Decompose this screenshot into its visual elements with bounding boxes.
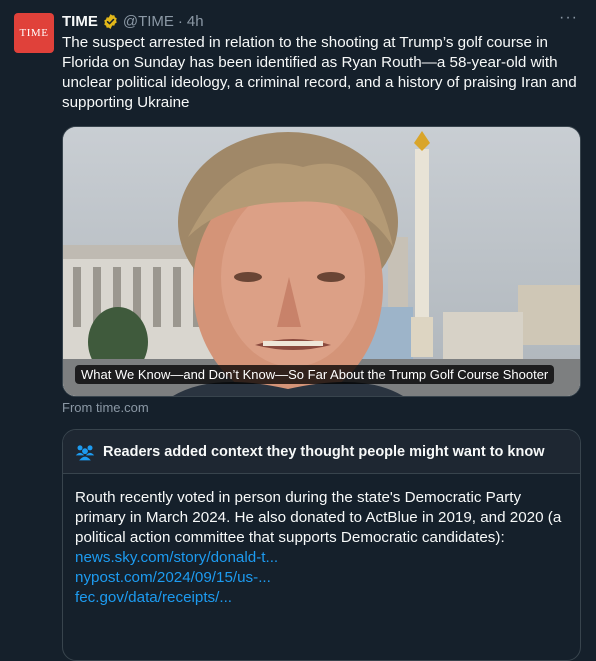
community-note-text: Routh recently voted in person during th…	[75, 489, 562, 546]
link-card-image[interactable]: What We Know—and Don’t Know—So Far About…	[62, 126, 581, 397]
community-note-body: Routh recently voted in person during th…	[63, 474, 580, 608]
tweet-text: The suspect arrested in relation to the …	[62, 34, 577, 111]
community-note: Readers added context they thought peopl…	[62, 429, 581, 661]
people-icon	[75, 444, 95, 460]
handle[interactable]: @TIME	[123, 13, 174, 30]
timestamp[interactable]: 4h	[187, 13, 204, 30]
avatar-logo-text: TIME	[19, 27, 49, 39]
avatar[interactable]: TIME	[14, 13, 54, 53]
more-options-icon[interactable]: ···	[559, 9, 578, 27]
note-link-sky-news[interactable]: news.sky.com/story/donald-t...	[75, 548, 568, 568]
separator-dot: ·	[177, 12, 183, 30]
community-note-header[interactable]: Readers added context they thought peopl…	[63, 430, 580, 474]
link-card-caption[interactable]: What We Know—and Don’t Know—So Far About…	[75, 365, 555, 384]
tweet-header: TIME @TIME · 4h	[62, 11, 204, 31]
note-link-ny-post[interactable]: nypost.com/2024/09/15/us-...	[75, 568, 568, 588]
link-source[interactable]: From time.com	[62, 400, 149, 415]
display-name[interactable]: TIME	[62, 13, 98, 30]
community-note-title: Readers added context they thought peopl…	[103, 443, 545, 460]
news-photo	[63, 127, 580, 396]
verified-badge-icon	[104, 13, 117, 29]
note-link-fec[interactable]: fec.gov/data/receipts/...	[75, 588, 568, 608]
